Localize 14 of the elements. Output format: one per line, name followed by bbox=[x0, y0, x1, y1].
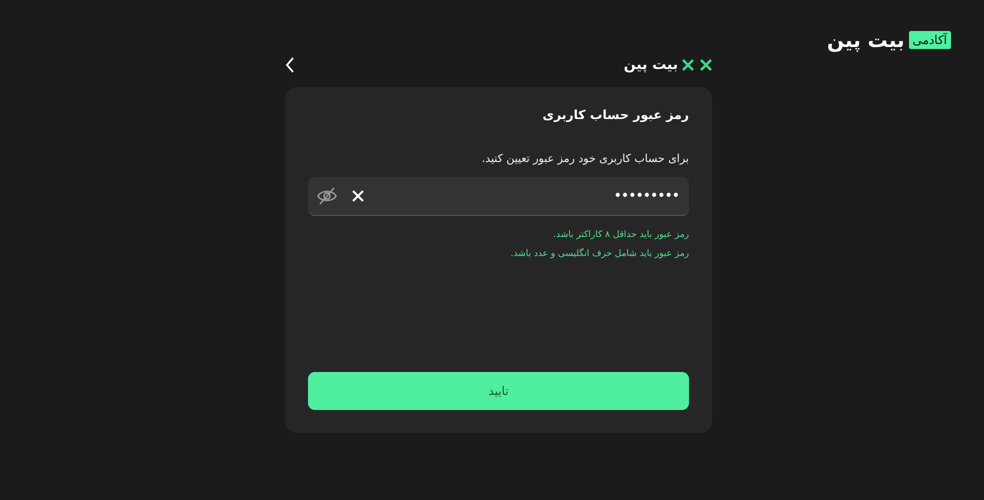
clear-icon[interactable] bbox=[351, 189, 365, 203]
back-icon[interactable] bbox=[285, 57, 295, 73]
password-rule: رمز عبور باید شامل حرف انگلیسی و عدد باشد. bbox=[510, 249, 689, 259]
password-value: ••••••••• bbox=[614, 188, 679, 204]
logo-text: بیت پین bbox=[624, 57, 678, 73]
confirm-button[interactable]: تایید bbox=[308, 372, 689, 410]
logo-text: بیت پین bbox=[827, 29, 905, 51]
logo-icon bbox=[682, 59, 712, 71]
logo-badge: آکادمی bbox=[908, 31, 951, 49]
card-title: رمز عبور حساب کاربری bbox=[542, 107, 689, 122]
eye-slash-icon[interactable] bbox=[317, 187, 337, 205]
instruction-text: برای حساب کاربری خود رمز عبور تعیین کنید. bbox=[482, 152, 689, 165]
password-rule: رمز عبور باید حداقل ۸ کاراکتر باشد. bbox=[553, 230, 689, 240]
password-field[interactable]: ••••••••• bbox=[308, 177, 689, 216]
